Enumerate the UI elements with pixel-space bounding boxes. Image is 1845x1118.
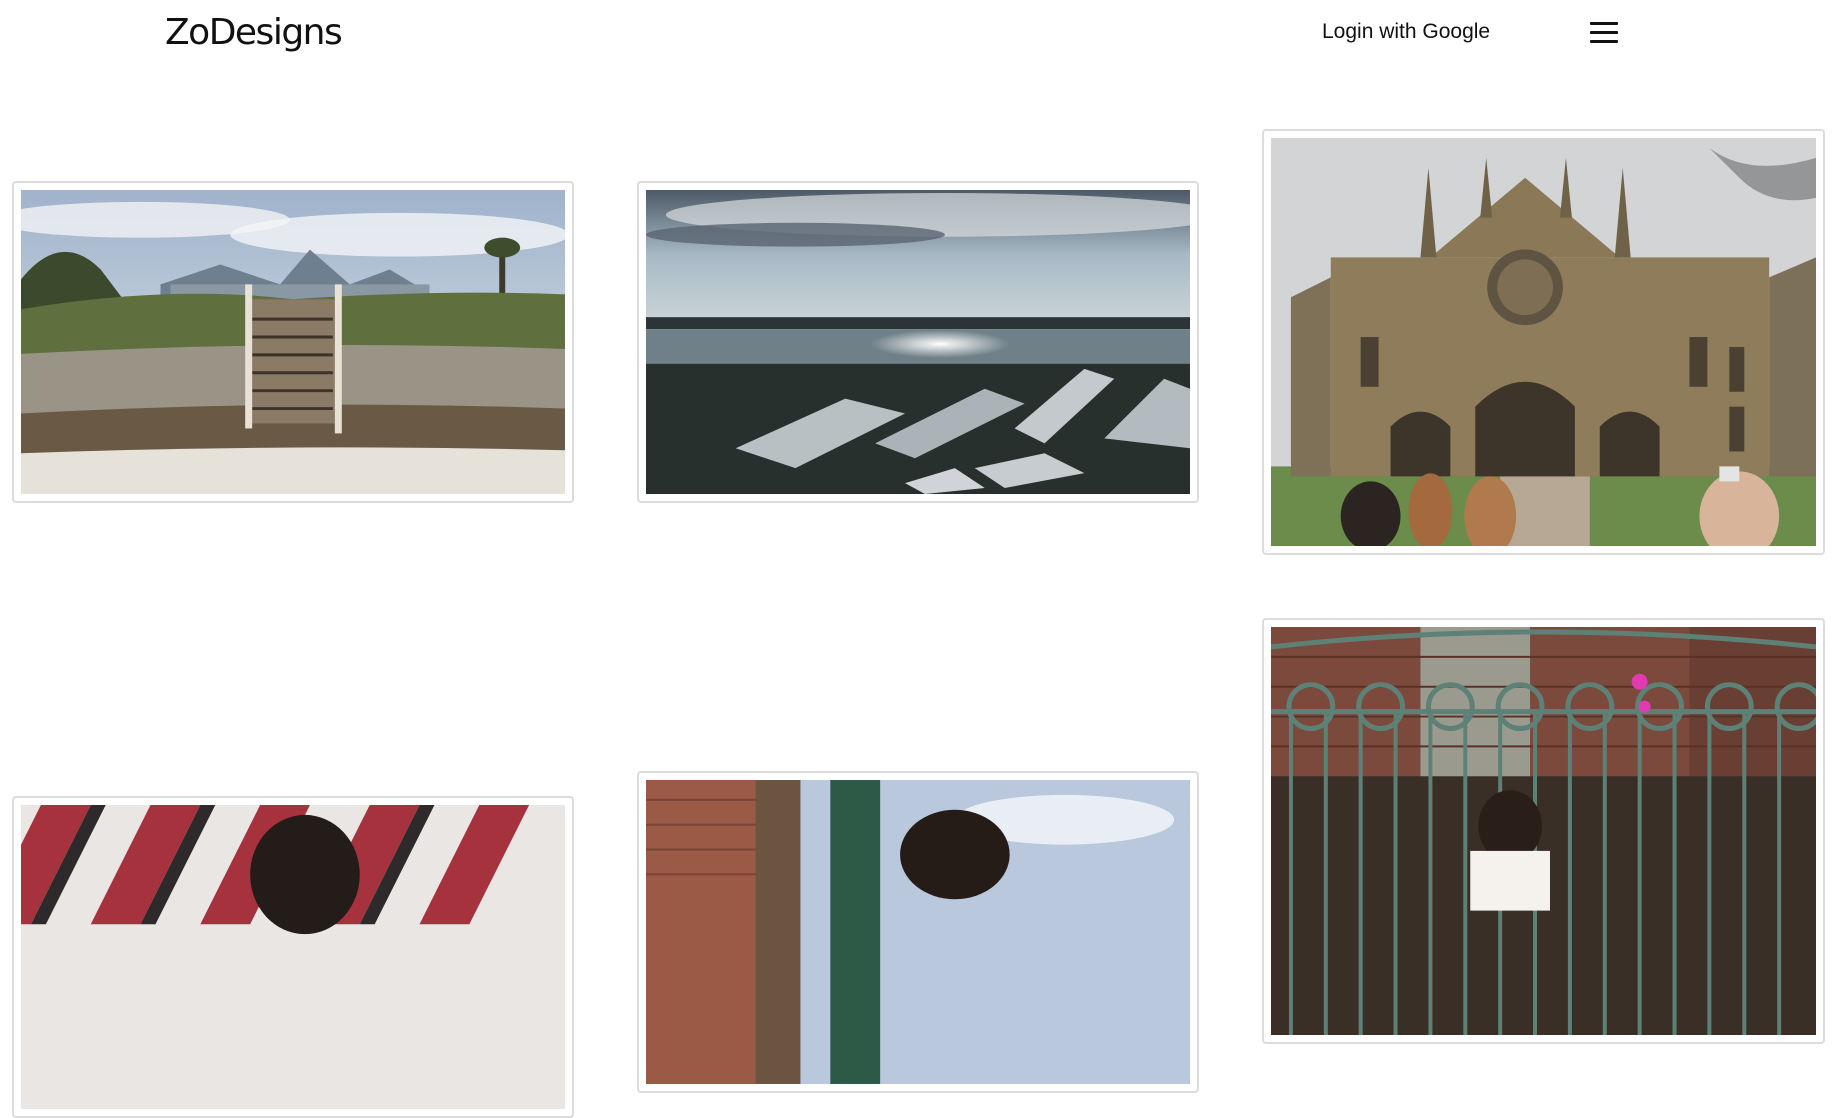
tree-brick-portrait-photo xyxy=(646,780,1190,1084)
site-header: ZoDesigns Login with Google xyxy=(0,0,1845,70)
lake-sunset-aerial-photo xyxy=(646,190,1190,494)
gallery-card-iron-gate[interactable] xyxy=(1262,618,1825,1044)
gallery-card-tree-brick[interactable] xyxy=(637,771,1199,1093)
hamburger-menu-icon[interactable] xyxy=(1590,22,1618,44)
gallery-card-striped-wall[interactable] xyxy=(12,796,574,1118)
gallery-card-cathedral[interactable] xyxy=(1262,129,1825,555)
gallery-card-lake-sunset[interactable] xyxy=(637,181,1199,503)
gallery-card-beach-stairs[interactable] xyxy=(12,181,574,503)
site-logo[interactable]: ZoDesigns xyxy=(165,12,343,53)
striped-wall-portrait-photo xyxy=(21,805,565,1109)
beach-stairs-photo xyxy=(21,190,565,494)
login-with-google-button[interactable]: Login with Google xyxy=(1322,20,1490,44)
gothic-cathedral-photo xyxy=(1271,138,1816,546)
iron-gate-portrait-photo xyxy=(1271,627,1816,1035)
